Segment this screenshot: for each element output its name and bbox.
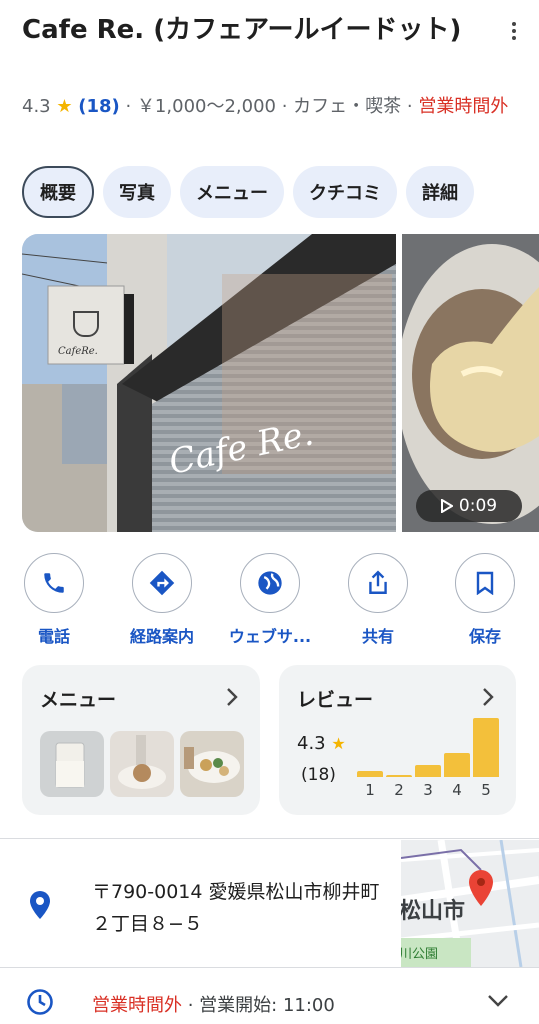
directions-label: 経路案内: [129, 627, 194, 646]
separator: ·: [276, 96, 294, 117]
website-button[interactable]: ウェブサ...: [216, 553, 324, 647]
category: カフェ・喫茶: [293, 96, 402, 117]
video-duration-badge: 0:09: [416, 490, 522, 522]
rating-bar: [415, 765, 441, 777]
star-icon: ★: [331, 734, 346, 753]
more-options-icon[interactable]: [509, 22, 519, 46]
rating-bar: [444, 753, 470, 777]
review-score-value: 4.3: [297, 733, 326, 754]
tab-overview[interactable]: 概要: [22, 166, 94, 218]
divider: [0, 967, 539, 968]
video-duration: 0:09: [458, 496, 498, 516]
share-icon: [348, 553, 408, 613]
hours-status: 営業時間外: [92, 995, 182, 1016]
open-status: 営業時間外: [418, 96, 509, 117]
share-button[interactable]: 共有: [324, 553, 432, 647]
chevron-right-icon: [483, 688, 494, 706]
save-label: 保存: [468, 627, 501, 646]
tab-bar: 概要 写真 メニュー クチコミ 詳細: [22, 166, 474, 218]
place-meta: 4.3 ★ (18) · ￥1,000〜2,000 · カフェ・喫茶 · 営業時…: [22, 92, 522, 122]
separator: ·: [401, 96, 419, 117]
call-button[interactable]: 電話: [0, 553, 108, 647]
next-open-time: 営業開始: 11:00: [199, 995, 335, 1016]
rating-bar: [386, 775, 412, 777]
review-count: (18): [301, 765, 336, 785]
menu-card-title: メニュー: [40, 689, 117, 711]
website-label: ウェブサ...: [228, 627, 312, 646]
bookmark-icon: [455, 553, 515, 613]
rating-distribution-chart: [357, 715, 501, 777]
rating-bar-label: 1: [365, 781, 375, 799]
separator: ·: [119, 96, 137, 117]
chevron-right-icon: [227, 688, 238, 706]
review-count-link[interactable]: (18): [78, 96, 120, 117]
menu-photo[interactable]: [180, 731, 244, 797]
tab-details[interactable]: 詳細: [406, 166, 474, 218]
address-text[interactable]: 〒790-0014 愛媛県松山市柳井町２丁目８−５: [92, 876, 382, 940]
rating-bar-label: 4: [452, 781, 462, 799]
place-title: Cafe Re. (カフェアールイードット): [22, 15, 462, 45]
globe-icon: [240, 553, 300, 613]
food-video-thumbnail[interactable]: [402, 234, 539, 532]
review-score: 4.3 ★: [297, 733, 346, 754]
star-icon: ★: [56, 96, 73, 117]
menu-card[interactable]: メニュー: [22, 665, 260, 815]
tab-photos[interactable]: 写真: [103, 166, 171, 218]
tab-reviews[interactable]: クチコミ: [293, 166, 397, 218]
directions-icon: [132, 553, 192, 613]
phone-icon: [24, 553, 84, 613]
rating-bar: [357, 771, 383, 777]
rating-bar-label: 3: [423, 781, 433, 799]
review-card-title: レビュー: [297, 689, 374, 711]
chevron-down-icon[interactable]: [487, 994, 509, 1008]
map-label-city: 松山市: [401, 898, 465, 924]
location-pin-icon: [30, 891, 50, 919]
storefront-photo[interactable]: CafeRe. Cafe Re.: [22, 234, 396, 532]
separator: ·: [182, 995, 200, 1016]
hours-row[interactable]: 営業時間外 · 営業開始: 11:00: [92, 991, 335, 1017]
review-card[interactable]: レビュー 4.3 ★ (18) 1 2 3 4 5: [279, 665, 516, 815]
price-range: ￥1,000〜2,000: [136, 96, 276, 117]
menu-photo[interactable]: [110, 731, 174, 797]
divider: [0, 838, 539, 839]
clock-icon: [27, 989, 53, 1015]
rating-bar-label: 2: [394, 781, 404, 799]
tab-menu[interactable]: メニュー: [180, 166, 284, 218]
map-thumbnail[interactable]: 松山市 川公園: [401, 840, 539, 967]
rating-bar-label: 5: [481, 781, 491, 799]
save-button[interactable]: 保存: [431, 553, 539, 647]
action-buttons: 電話 経路案内 ウェブサ... 共有 保存: [0, 553, 539, 648]
call-label: 電話: [37, 627, 70, 646]
share-label: 共有: [361, 627, 394, 646]
menu-photo[interactable]: [40, 731, 104, 797]
rating-value: 4.3: [22, 96, 51, 117]
rating-bar: [473, 718, 499, 777]
map-label-park: 川公園: [401, 947, 438, 962]
sign-text: CafeRe.: [58, 346, 98, 357]
directions-button[interactable]: 経路案内: [108, 553, 216, 647]
play-icon: [440, 499, 453, 513]
